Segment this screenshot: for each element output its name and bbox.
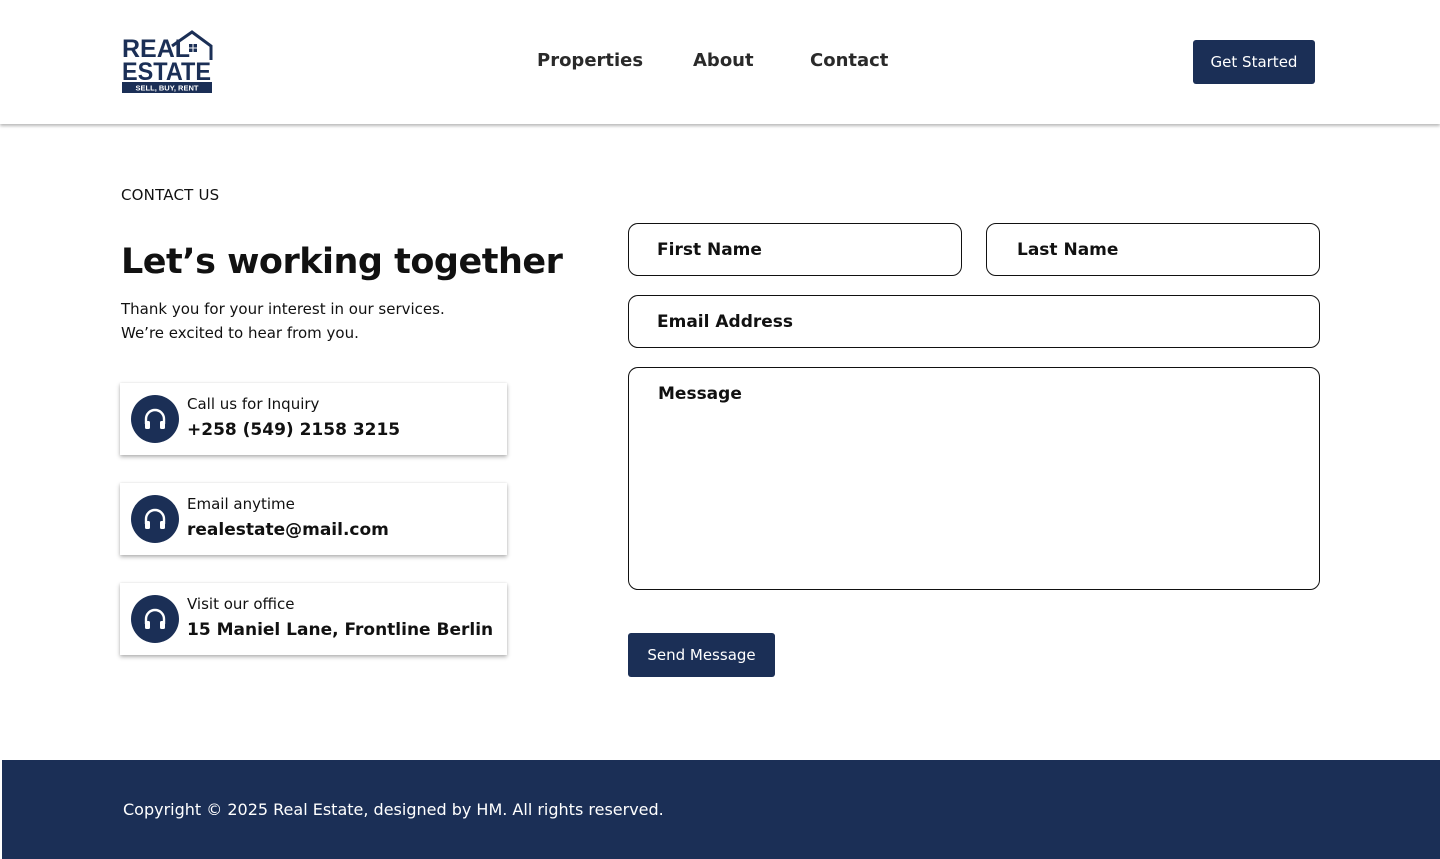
copyright-text: Copyright © 2025 Real Estate, designed b… (123, 800, 664, 819)
card-label: Visit our office (187, 595, 295, 613)
get-started-button[interactable]: Get Started (1193, 40, 1315, 84)
contact-card-email: Email anytime realestate@mail.com (120, 483, 507, 555)
email-field[interactable] (628, 295, 1320, 348)
site-header: REAL ESTATE SELL, BUY, RENT Properties A… (0, 0, 1440, 124)
headphones-icon (131, 595, 179, 643)
last-name-field[interactable] (986, 223, 1320, 276)
nav-link-contact[interactable]: Contact (810, 50, 888, 71)
real-estate-logo[interactable]: REAL ESTATE SELL, BUY, RENT (122, 30, 214, 94)
intro-line-1: Thank you for your interest in our servi… (121, 300, 445, 318)
contact-card-office: Visit our office 15 Maniel Lane, Frontli… (120, 583, 507, 655)
email-address: realestate@mail.com (187, 520, 389, 540)
phone-number: +258 (549) 2158 3215 (187, 420, 401, 440)
page-title: Let’s working together (121, 242, 563, 282)
message-field[interactable] (628, 367, 1320, 590)
headphones-icon (131, 495, 179, 543)
site-footer: Copyright © 2025 Real Estate, designed b… (2, 760, 1440, 859)
svg-text:SELL, BUY, RENT: SELL, BUY, RENT (136, 84, 199, 93)
first-name-field[interactable] (628, 223, 962, 276)
headphones-icon (131, 395, 179, 443)
svg-text:ESTATE: ESTATE (122, 58, 211, 86)
office-address: 15 Maniel Lane, Frontline Berlin (187, 620, 494, 640)
nav-link-about[interactable]: About (693, 50, 754, 71)
nav-link-properties[interactable]: Properties (537, 50, 643, 71)
contact-card-phone: Call us for Inquiry +258 (549) 2158 3215 (120, 383, 507, 455)
send-message-button[interactable]: Send Message (628, 633, 775, 677)
section-eyebrow: CONTACT US (121, 186, 220, 204)
card-label: Call us for Inquiry (187, 395, 320, 413)
card-label: Email anytime (187, 495, 295, 513)
intro-text: Thank you for your interest in our servi… (121, 297, 541, 345)
intro-line-2: We’re excited to hear from you. (121, 324, 359, 342)
